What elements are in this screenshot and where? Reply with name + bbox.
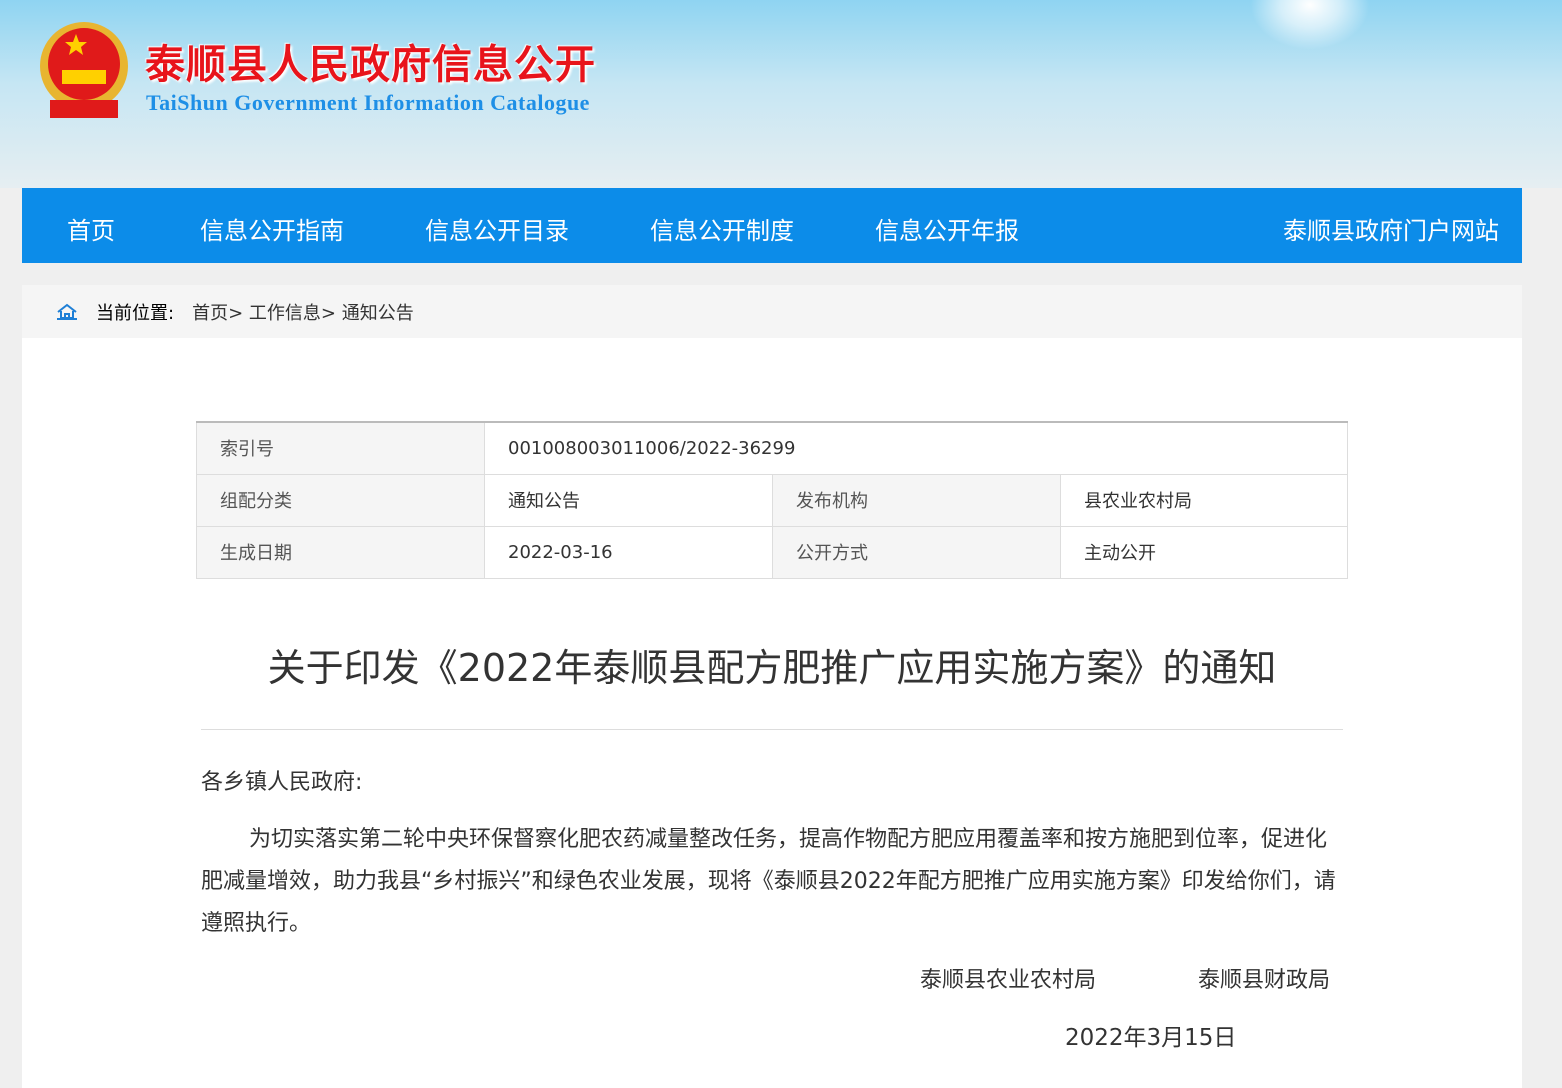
salutation: 各乡镇人民政府: [201,770,363,795]
category-value: 通知公告 [484,473,773,527]
date-value: 2022-03-16 [484,525,773,579]
home-icon [57,303,77,320]
index-value: 001008003011006/2022-36299 [484,421,1348,475]
publisher-value: 县农业农村局 [1060,473,1348,527]
nav-annual-report[interactable]: 信息公开年报 [875,211,1019,246]
breadcrumb-label: 当前位置: [96,302,175,324]
date-label: 生成日期 [196,525,485,579]
signer-agriculture: 泰顺县农业农村局 [920,968,1097,993]
signer-finance: 泰顺县财政局 [1198,968,1331,993]
breadcrumb: 当前位置: 首页> 工作信息> 通知公告 [22,285,1522,338]
divider [201,729,1343,730]
site-title: 泰顺县人民政府信息公开 [145,41,596,88]
article-paragraph: 为切实落实第二轮中央环保督察化肥农药减量整改任务，提高作物配方肥应用覆盖率和按方… [201,827,1336,936]
content-area: 当前位置: 首页> 工作信息> 通知公告 索引号 001008003011006… [22,285,1522,1088]
sun-glow [1250,0,1370,50]
info-meta-table: 索引号 001008003011006/2022-36299 组配分类 通知公告… [196,421,1348,579]
nav-guide[interactable]: 信息公开指南 [200,211,344,246]
category-label: 组配分类 [196,473,485,527]
index-label: 索引号 [196,421,485,475]
mode-value: 主动公开 [1060,525,1348,579]
main-nav: 首页 信息公开指南 信息公开目录 信息公开制度 信息公开年报 泰顺县政府门户网站 [22,188,1522,263]
site-subtitle: TaiShun Government Information Catalogue [146,90,590,115]
article-title: 关于印发《2022年泰顺县配方肥推广应用实施方案》的通知 [267,646,1277,690]
nav-portal[interactable]: 泰顺县政府门户网站 [1283,211,1499,246]
breadcrumb-home[interactable]: 首页> [192,299,243,325]
article-date: 2022年3月15日 [1065,1025,1237,1051]
nav-rules[interactable]: 信息公开制度 [650,211,794,246]
nav-catalog[interactable]: 信息公开目录 [425,211,569,246]
breadcrumb-notice[interactable]: 通知公告 [342,299,414,325]
mode-label: 公开方式 [772,525,1061,579]
national-emblem-icon [40,22,128,118]
nav-home[interactable]: 首页 [67,211,115,246]
site-header: 泰顺县人民政府信息公开 TaiShun Government Informati… [0,0,1562,188]
publisher-label: 发布机构 [772,473,1061,527]
breadcrumb-work-info[interactable]: 工作信息> [249,299,336,325]
